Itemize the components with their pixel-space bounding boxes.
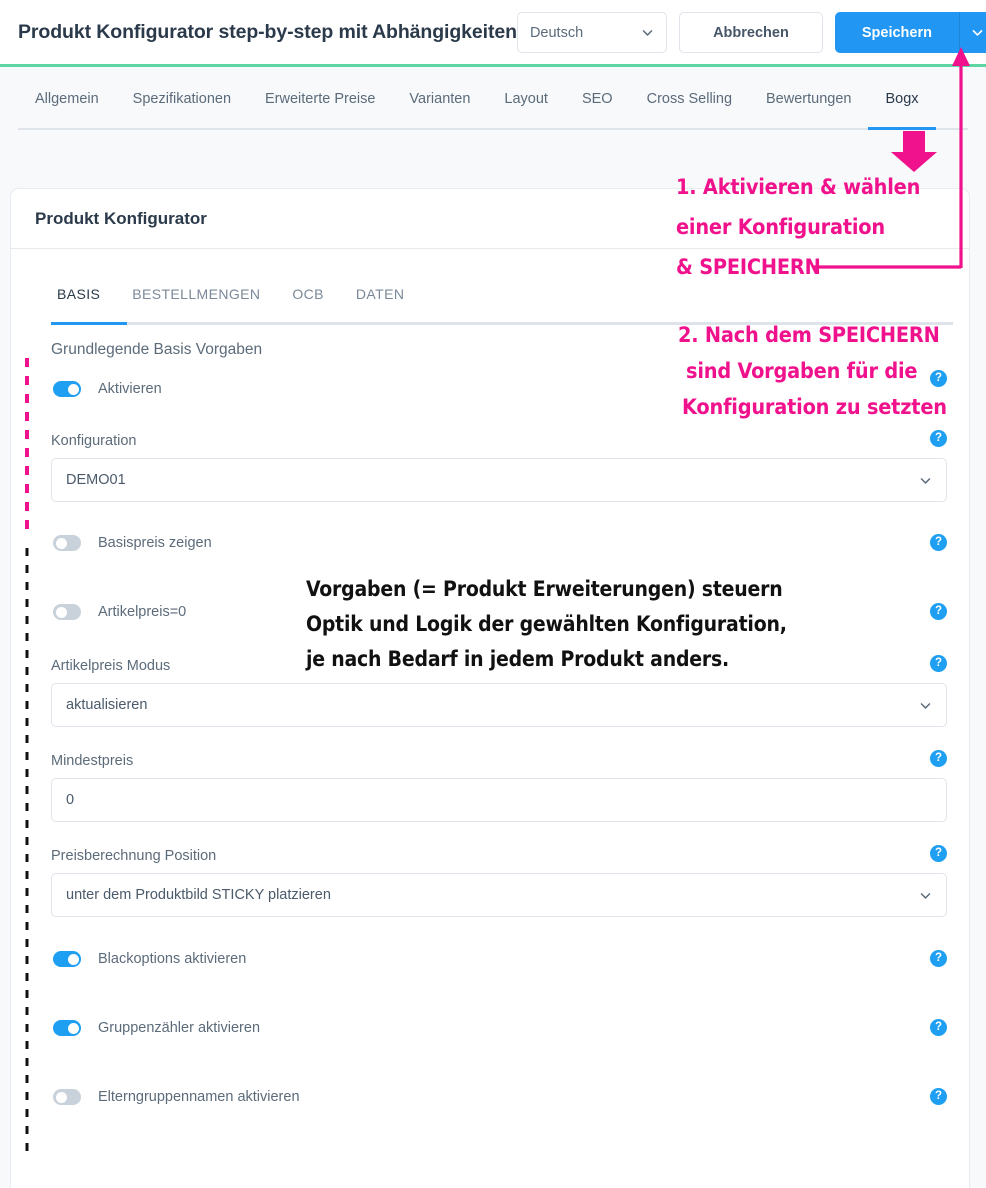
chevron-down-icon (919, 889, 932, 902)
tab-seo[interactable]: SEO (565, 68, 630, 130)
annotation-step1-line1: 1. Aktivieren & wählen (676, 175, 921, 200)
elterngruppennamen-label: Elterngruppennamen aktivieren (98, 1089, 300, 1105)
annotation-note-line1: Vorgaben (= Produkt Erweiterungen) steue… (306, 577, 783, 601)
basispreis-toggle-row[interactable]: Basispreis zeigen (51, 529, 947, 557)
main-tabs: Allgemein Spezifikationen Erweiterte Pre… (0, 68, 986, 130)
top-header-bar: Produkt Konfigurator step-by-step mit Ab… (0, 0, 986, 65)
tab-bewertungen[interactable]: Bewertungen (749, 68, 868, 130)
subtab-bestellmengen[interactable]: BESTELLMENGEN (116, 277, 276, 311)
tab-allgemein[interactable]: Allgemein (18, 68, 116, 130)
basis-form: Grundlegende Basis Vorgaben Aktivieren ?… (11, 341, 969, 1111)
chevron-down-icon (919, 699, 932, 712)
konfiguration-select[interactable]: DEMO01 (51, 458, 947, 502)
tab-bogx[interactable]: Bogx (868, 68, 936, 130)
pink-down-arrow (891, 131, 937, 172)
mindestpreis-label: Mindestpreis (51, 753, 134, 769)
annotation-step1-line2: einer Konfiguration (676, 215, 885, 240)
save-button[interactable]: Speichern (834, 12, 959, 53)
mindestpreis-value: 0 (66, 792, 75, 808)
help-icon[interactable]: ? (930, 370, 947, 387)
row-blackoptions: Blackoptions aktivieren ? (51, 945, 947, 973)
card-title: Produkt Konfigurator (35, 208, 207, 228)
subtab-ocb[interactable]: OCB (276, 277, 340, 311)
annotation-step2-line3: Konfiguration zu setzten (682, 395, 947, 420)
preisberechnung-select[interactable]: unter dem Produktbild STICKY platzieren (51, 873, 947, 917)
artikelpreis-modus-value: aktualisieren (66, 697, 148, 713)
toggle-knob (55, 1091, 67, 1103)
elterngruppennamen-toggle[interactable] (53, 1089, 81, 1105)
konfiguration-value: DEMO01 (66, 472, 126, 488)
save-button-group: Speichern (834, 12, 986, 53)
row-gruppenzaehler: Gruppenzähler aktivieren ? (51, 1014, 947, 1042)
language-select[interactable]: Deutsch (516, 12, 667, 53)
main-tab-bar: Allgemein Spezifikationen Erweiterte Pre… (0, 67, 986, 130)
aktivieren-toggle[interactable] (53, 381, 81, 397)
annotation-note-line3: je nach Bedarf in jedem Produkt anders. (306, 647, 730, 671)
help-icon[interactable]: ? (930, 430, 947, 447)
header-actions: Deutsch Abbrechen Speichern (516, 12, 986, 53)
help-icon[interactable]: ? (930, 534, 947, 551)
row-basispreis: Basispreis zeigen ? (51, 529, 947, 557)
help-icon[interactable]: ? (930, 950, 947, 967)
artikelpreis-null-label: Artikelpreis=0 (98, 604, 187, 620)
help-icon[interactable]: ? (930, 845, 947, 862)
tab-erweiterte-preise[interactable]: Erweiterte Preise (248, 68, 392, 130)
help-icon[interactable]: ? (930, 655, 947, 672)
basispreis-toggle[interactable] (53, 535, 81, 551)
toggle-knob (55, 606, 67, 618)
toggle-knob (67, 953, 79, 965)
row-preisberechnung: Preisberechnung Position unter dem Produ… (51, 845, 947, 917)
aktivieren-label: Aktivieren (98, 381, 162, 397)
page-title: Produkt Konfigurator step-by-step mit Ab… (18, 21, 517, 43)
subtab-active-indicator (51, 322, 127, 325)
toggle-knob (67, 383, 79, 395)
chevron-down-icon (641, 26, 654, 39)
help-icon[interactable]: ? (930, 603, 947, 620)
row-mindestpreis: Mindestpreis 0 ? (51, 750, 947, 822)
basispreis-label: Basispreis zeigen (98, 535, 212, 551)
toggle-knob (55, 537, 67, 549)
help-icon[interactable]: ? (930, 750, 947, 767)
gruppenzaehler-label: Gruppenzähler aktivieren (98, 1020, 261, 1036)
gruppenzaehler-toggle[interactable] (53, 1020, 81, 1036)
blackoptions-toggle[interactable] (53, 951, 81, 967)
toggle-knob (67, 1022, 79, 1034)
konfiguration-label: Konfiguration (51, 433, 137, 449)
chevron-down-icon (919, 474, 932, 487)
cancel-button[interactable]: Abbrechen (678, 12, 823, 53)
blackoptions-label: Blackoptions aktivieren (98, 951, 247, 967)
tab-spezifikationen[interactable]: Spezifikationen (116, 68, 248, 130)
help-icon[interactable]: ? (930, 1019, 947, 1036)
subtab-daten[interactable]: DATEN (340, 277, 420, 311)
chevron-down-icon (971, 26, 984, 39)
elterngruppennamen-toggle-row[interactable]: Elterngruppennamen aktivieren (51, 1083, 947, 1111)
blackoptions-toggle-row[interactable]: Blackoptions aktivieren (51, 945, 947, 973)
annotation-note-line2: Optik und Logik der gewählten Konfigurat… (306, 612, 787, 636)
gruppenzaehler-toggle-row[interactable]: Gruppenzähler aktivieren (51, 1014, 947, 1042)
preisberechnung-value: unter dem Produktbild STICKY platzieren (66, 887, 331, 903)
save-dropdown-button[interactable] (958, 12, 986, 53)
help-icon[interactable]: ? (930, 1088, 947, 1105)
preisberechnung-label: Preisberechnung Position (51, 848, 217, 864)
tab-varianten[interactable]: Varianten (392, 68, 487, 130)
tab-cross-selling[interactable]: Cross Selling (630, 68, 749, 130)
annotation-step1-line3: & SPEICHERN (676, 255, 821, 280)
tab-layout[interactable]: Layout (487, 68, 565, 130)
annotation-step2-line2: sind Vorgaben für die (686, 359, 918, 384)
artikelpreis-modus-select[interactable]: aktualisieren (51, 683, 947, 727)
row-konfiguration: Konfiguration DEMO01 ? (51, 430, 947, 502)
subtab-basis[interactable]: BASIS (41, 277, 116, 311)
artikelpreis-null-toggle[interactable] (53, 604, 81, 620)
row-elterngruppennamen: Elterngruppennamen aktivieren ? (51, 1083, 947, 1111)
mindestpreis-input[interactable]: 0 (51, 778, 947, 822)
language-select-value: Deutsch (529, 24, 584, 41)
annotation-step2-line1: 2. Nach dem SPEICHERN (678, 323, 940, 348)
